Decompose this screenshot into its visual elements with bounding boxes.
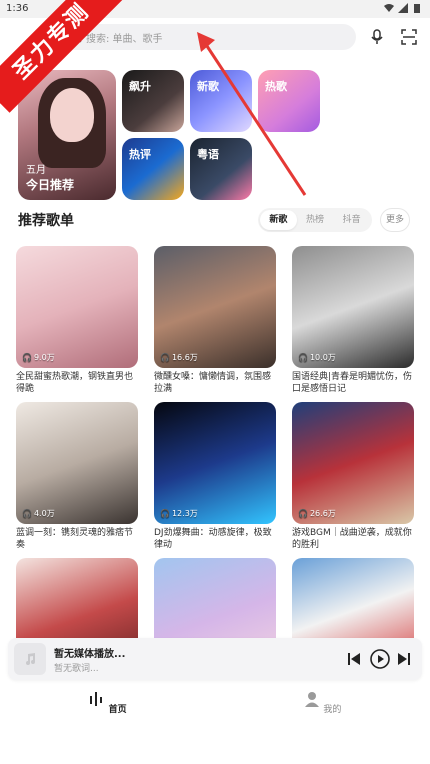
- signal-icon: [398, 3, 408, 13]
- tab-me[interactable]: 我的: [292, 690, 352, 715]
- search-bar[interactable]: 搜索: 单曲、歌手: [62, 24, 356, 50]
- tab-me-label: 我的: [323, 705, 342, 715]
- tile-new-songs[interactable]: 新歌: [190, 70, 252, 132]
- today-label: 今日推荐: [26, 178, 75, 192]
- category-tabs: 新歌 热榜 抖音: [258, 208, 372, 232]
- playlist-cover: 🎧 26.6万: [292, 402, 414, 524]
- player-title: 暂无媒体播放...: [54, 649, 126, 660]
- tile-soaring[interactable]: 飙升: [122, 70, 184, 132]
- player-subtitle: 暂无歌词...: [54, 664, 99, 674]
- tile-cantonese[interactable]: 粤语: [190, 138, 252, 200]
- play-count-value: 12.3万: [171, 509, 198, 518]
- tile-label: 粤语: [197, 148, 219, 161]
- playlist-title: 全民甜蜜热歌潮，钢铁直男也得跪: [16, 372, 134, 394]
- tile-label: 新歌: [197, 80, 219, 93]
- tab-hot[interactable]: 热榜: [297, 210, 334, 230]
- today-date: 五月: [26, 165, 46, 176]
- status-time: 1:36: [6, 3, 29, 14]
- play-count-value: 9.0万: [33, 353, 55, 362]
- more-button[interactable]: 更多: [380, 208, 410, 232]
- tab-new[interactable]: 新歌: [260, 210, 297, 230]
- tile-label: 热评: [129, 148, 151, 161]
- tile-hot-songs[interactable]: 热歌: [258, 70, 320, 132]
- playlist-title: 国语经典|青春是明媚忧伤，伤口是感悟日记: [292, 372, 413, 394]
- battery-icon: [414, 4, 420, 13]
- next-icon[interactable]: [396, 651, 412, 667]
- playlist-card[interactable]: 🎧 26.6万 游戏BGM｜战曲逆袭，成就你的胜利: [292, 402, 414, 551]
- playlist-card[interactable]: 🎧 12.3万 DJ劲爆舞曲：动感旋律，极致律动: [154, 402, 276, 551]
- previous-icon[interactable]: [346, 651, 362, 667]
- status-icons: [384, 3, 422, 13]
- tile-hot-comments[interactable]: 热评: [122, 138, 184, 200]
- tile-label: 飙升: [129, 80, 151, 93]
- bottom-tab-bar: 首页 我的: [0, 684, 430, 764]
- play-count-value: 4.0万: [33, 509, 55, 518]
- playlist-title: 蓝调一刻：镌刻灵魂的雅痞节奏: [16, 528, 134, 550]
- tile-label: 热歌: [265, 80, 287, 93]
- cover-art-face: [50, 88, 94, 142]
- mini-player[interactable]: 暂无媒体播放... 暂无歌词...: [8, 638, 422, 680]
- playlist-cover: 🎧 12.3万: [154, 402, 276, 524]
- equalizer-icon: [90, 692, 103, 706]
- playlist-card[interactable]: 🎧 4.0万 蓝调一刻：镌刻灵魂的雅痞节奏: [16, 402, 138, 551]
- playlist-title: DJ劲爆舞曲：动感旋律，极致律动: [154, 528, 272, 550]
- scan-icon[interactable]: [400, 28, 418, 46]
- section-title: 推荐歌单: [18, 213, 74, 229]
- playlist-card[interactable]: 🎧 10.0万 国语经典|青春是明媚忧伤，伤口是感悟日记: [292, 246, 414, 395]
- search-placeholder: 搜索: 单曲、歌手: [86, 33, 163, 45]
- playlist-card[interactable]: 🎧 16.6万 微醺女嗓：慵懒情调，氛围感拉满: [154, 246, 276, 395]
- music-note-icon: [26, 653, 35, 665]
- play-icon[interactable]: [370, 649, 390, 669]
- play-count: 🎧 4.0万: [22, 509, 55, 518]
- tab-douyin[interactable]: 抖音: [333, 210, 370, 230]
- playlist-cover: 🎧 9.0万: [16, 246, 138, 368]
- play-count: 🎧 9.0万: [22, 353, 55, 362]
- play-count-value: 26.6万: [309, 509, 336, 518]
- play-count: 🎧 12.3万: [160, 509, 198, 518]
- playlist-card[interactable]: 🎧 9.0万 全民甜蜜热歌潮，钢铁直男也得跪: [16, 246, 138, 395]
- play-count-value: 16.6万: [171, 353, 198, 362]
- tab-home[interactable]: 首页: [77, 690, 137, 715]
- play-count: 🎧 16.6万: [160, 353, 198, 362]
- user-icon: [304, 692, 319, 707]
- playlist-cover: 🎧 16.6万: [154, 246, 276, 368]
- tab-home-label: 首页: [108, 705, 127, 715]
- playlist-cover: 🎧 4.0万: [16, 402, 138, 524]
- wifi-icon: [384, 4, 394, 12]
- playlist-title: 游戏BGM｜战曲逆袭，成就你的胜利: [292, 528, 412, 550]
- playlist-cover: 🎧 10.0万: [292, 246, 414, 368]
- player-artwork: [14, 643, 46, 675]
- play-count: 🎧 10.0万: [298, 353, 336, 362]
- microphone-icon[interactable]: [368, 28, 386, 46]
- play-count: 🎧 26.6万: [298, 509, 336, 518]
- play-count-value: 10.0万: [309, 353, 336, 362]
- playlist-title: 微醺女嗓：慵懒情调，氛围感拉满: [154, 372, 272, 394]
